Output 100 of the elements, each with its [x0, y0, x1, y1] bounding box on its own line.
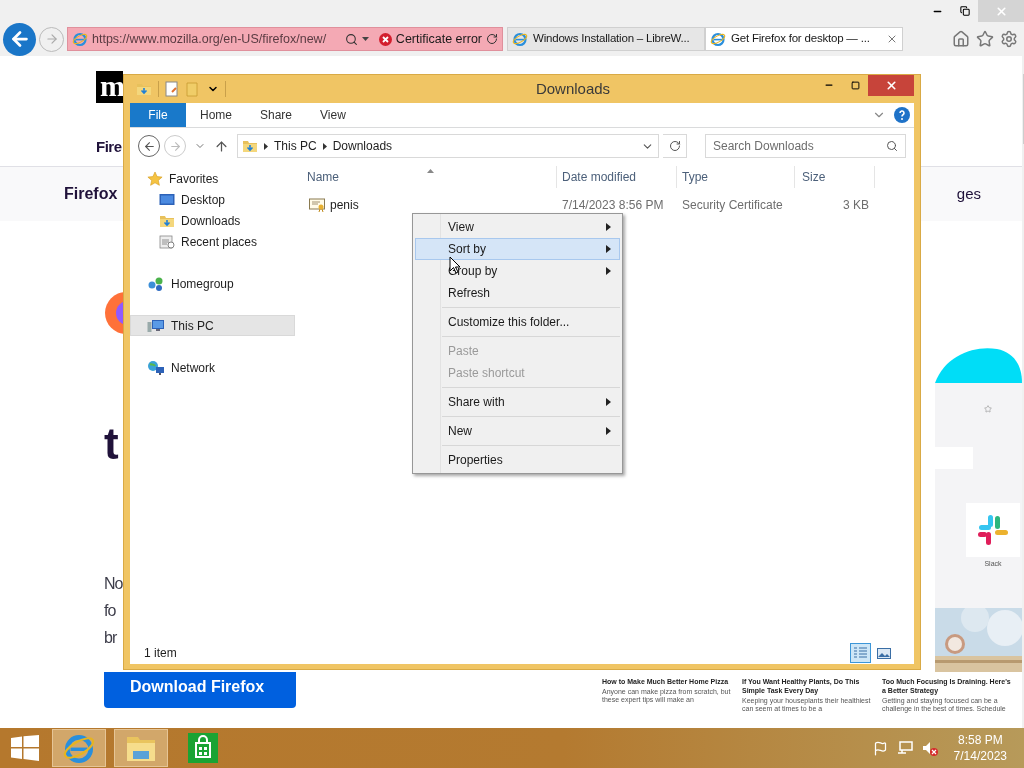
- headline-text: t: [104, 422, 119, 466]
- star-icon: [147, 170, 163, 187]
- submenu-arrow-icon: [606, 267, 611, 275]
- window-title: Downloads: [534, 78, 612, 99]
- column-header[interactable]: Date modified: [557, 166, 676, 188]
- nav-link[interactable]: ges: [956, 182, 981, 206]
- menu-item[interactable]: Sort by: [415, 238, 620, 260]
- nav-item[interactable]: Favorites: [130, 168, 295, 189]
- close-icon: [994, 4, 1008, 18]
- certificate-error-label[interactable]: Certificate error: [395, 29, 482, 49]
- computer-icon: [147, 317, 165, 334]
- back-icon: [142, 139, 156, 153]
- windows-logo-icon[interactable]: [11, 735, 39, 761]
- site-logo[interactable]: m: [96, 71, 123, 103]
- browser-logo-icon: [72, 31, 88, 47]
- forward-icon: [168, 139, 182, 153]
- browser-tab[interactable]: Windows Installation – LibreW...: [507, 27, 705, 51]
- dropdown-caret-icon[interactable]: [361, 37, 369, 41]
- network-icon: [147, 359, 165, 376]
- folder-icon: [242, 138, 258, 154]
- submenu-arrow-icon: [606, 427, 611, 435]
- recent-places-icon: [159, 233, 175, 250]
- body-text: br: [104, 628, 117, 648]
- menu-item[interactable]: Share with: [415, 391, 620, 413]
- ribbon-tab[interactable]: Home: [186, 103, 246, 127]
- error-icon: [378, 32, 392, 46]
- ribbon-tab[interactable]: View: [306, 103, 360, 127]
- menu-item[interactable]: New: [415, 420, 620, 442]
- restore-icon: [959, 6, 970, 16]
- nav-item[interactable]: Downloads: [130, 210, 295, 231]
- browser-logo-icon: [710, 31, 726, 47]
- taskbar-app-button[interactable]: [114, 729, 168, 767]
- download-button[interactable]: Download Firefox: [104, 672, 296, 708]
- file-tab[interactable]: File: [130, 103, 186, 127]
- browser-tab[interactable]: Get Firefox for desktop — ...: [705, 27, 903, 51]
- file-date: 7/14/2023 8:56 PM: [561, 197, 665, 214]
- settings-icon[interactable]: [1000, 30, 1018, 48]
- submenu-arrow-icon: [606, 223, 611, 231]
- star-icon: [984, 405, 992, 413]
- nav-item[interactable]: Homegroup: [130, 273, 295, 294]
- app-tile[interactable]: [966, 503, 1020, 557]
- image-icon: [876, 647, 891, 659]
- nav-item[interactable]: Recent places: [130, 231, 295, 252]
- breadcrumb-arrow-icon[interactable]: [264, 142, 268, 150]
- submenu-arrow-icon: [606, 398, 611, 406]
- certificate-icon: [309, 197, 326, 213]
- page-heading: Fire: [96, 137, 122, 157]
- shopping-bag-icon: [188, 733, 218, 763]
- menu-item[interactable]: View: [415, 216, 620, 238]
- network-icon[interactable]: [896, 740, 913, 756]
- menu-item[interactable]: Properties: [415, 449, 620, 471]
- search-icon[interactable]: [886, 140, 898, 152]
- search-field[interactable]: Search Downloads: [705, 134, 906, 158]
- browser-logo-icon: [512, 31, 528, 47]
- breadcrumb-item[interactable]: Downloads: [332, 137, 393, 155]
- nav-item[interactable]: Network: [130, 357, 295, 378]
- refresh-icon: [668, 140, 681, 152]
- status-text: 1 item: [144, 645, 178, 662]
- menu-item[interactable]: Customize this folder...: [415, 311, 620, 333]
- refresh-icon[interactable]: [486, 33, 498, 45]
- column-header[interactable]: Size: [795, 166, 874, 188]
- breadcrumb-arrow-icon[interactable]: [322, 142, 327, 150]
- close-tab-icon[interactable]: [886, 33, 898, 45]
- help-icon[interactable]: [894, 107, 910, 123]
- address-bar[interactable]: https://www.mozilla.org/en-US/firefox/new/ Certificate error: [67, 27, 503, 51]
- taskbar-app-button[interactable]: [52, 729, 106, 767]
- maximize-icon: [850, 80, 860, 90]
- details-view-button[interactable]: [850, 643, 871, 663]
- flag-icon[interactable]: [872, 740, 888, 756]
- column-header[interactable]: Name: [301, 166, 556, 188]
- properties-icon[interactable]: [165, 81, 179, 97]
- file-type: Security Certificate: [681, 197, 784, 214]
- home-icon[interactable]: [952, 30, 970, 48]
- up-icon[interactable]: [214, 138, 229, 154]
- nav-item[interactable]: This PC: [130, 315, 295, 336]
- menu-item[interactable]: Refresh: [415, 282, 620, 304]
- folder-icon: [136, 81, 152, 97]
- breadcrumb-item[interactable]: This PC: [274, 137, 317, 155]
- close-icon: [884, 79, 898, 92]
- file-name[interactable]: penis: [330, 196, 359, 214]
- body-text: No: [104, 574, 123, 594]
- back-button[interactable]: [3, 22, 36, 56]
- details-list-icon: [854, 647, 867, 659]
- body-text: fo: [104, 601, 116, 621]
- desktop-icon: [159, 192, 175, 207]
- nav-link[interactable]: Firefox: [64, 182, 118, 206]
- nav-item[interactable]: Desktop: [130, 189, 295, 210]
- column-header[interactable]: Type: [677, 166, 794, 188]
- submenu-arrow-icon: [606, 245, 611, 253]
- search-icon[interactable]: [344, 32, 358, 46]
- refresh-button[interactable]: [663, 134, 687, 158]
- homegroup-icon: [147, 275, 165, 292]
- hash-logo-icon: [976, 513, 1010, 547]
- sort-ascending-icon: [427, 169, 434, 173]
- close-button[interactable]: [868, 75, 914, 96]
- ribbon-tab[interactable]: Share: [246, 103, 307, 127]
- forward-icon: [44, 32, 59, 46]
- file-size: 3 KB: [842, 197, 869, 214]
- favorites-icon[interactable]: [976, 30, 994, 48]
- muted-speaker-icon[interactable]: [921, 740, 938, 756]
